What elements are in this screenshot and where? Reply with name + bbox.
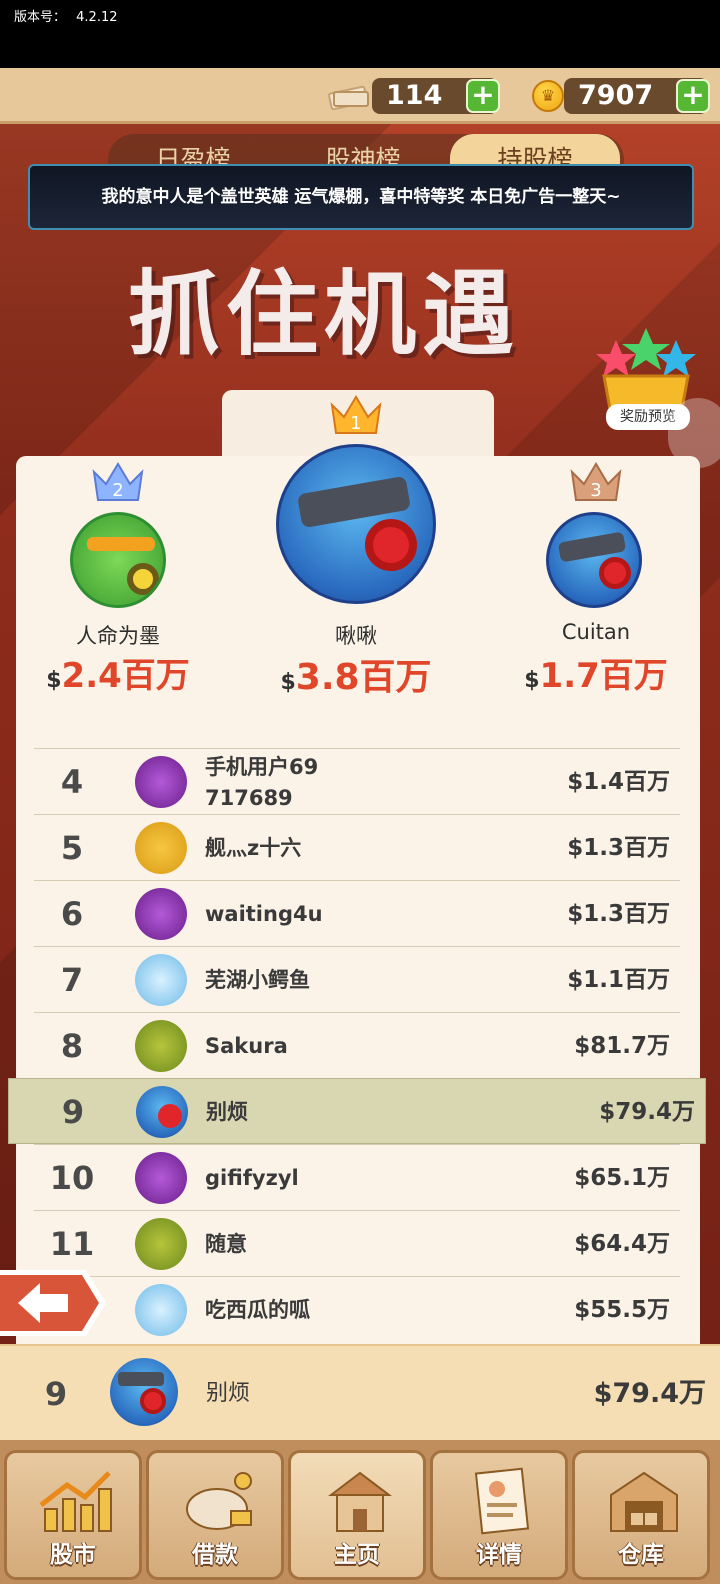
avatar: [70, 512, 166, 608]
warehouse-icon: [610, 1471, 678, 1532]
back-arrow-button[interactable]: [0, 1266, 108, 1340]
table-row[interactable]: 4 手机用户69 717689 $1.4百万: [34, 748, 680, 814]
rank-number: 10: [49, 1159, 95, 1197]
table-row[interactable]: 10 gififyzyl $65.1万: [34, 1144, 680, 1210]
avatar: [135, 1218, 187, 1270]
nav-loan[interactable]: 借款: [146, 1450, 284, 1580]
avatar: [135, 1284, 187, 1336]
my-rank-number: 9: [44, 1375, 68, 1413]
avatar: [135, 1020, 187, 1072]
avatar: [546, 512, 642, 608]
banner: 抓住机遇: [78, 230, 618, 380]
player-name: 吃西瓜的呱: [205, 1298, 310, 1322]
cash-value: 114: [386, 80, 443, 111]
nav-stock-market[interactable]: 股市: [4, 1450, 142, 1580]
add-cash-button[interactable]: +: [466, 79, 500, 113]
player-value: $79.4万: [599, 1099, 695, 1125]
podium-value: $3.8百万: [280, 657, 432, 698]
version-number: 4.2.12: [76, 10, 118, 25]
table-row[interactable]: 8 Sakura $81.7万: [34, 1012, 680, 1078]
player-name: 芜湖小鳄鱼: [205, 968, 310, 992]
bronze-crown-icon: 3: [570, 462, 622, 501]
table-row[interactable]: 6 waiting4u $1.3百万: [34, 880, 680, 946]
table-row[interactable]: 5 舰灬z十六 $1.3百万: [34, 814, 680, 880]
nav-warehouse[interactable]: 仓库: [572, 1450, 710, 1580]
player-value: $81.7万: [574, 1033, 670, 1059]
my-name: 别烦: [206, 1381, 251, 1406]
game-screen: 114 + ♛ 7907 + 日盈榜 股神榜 持股榜 我的意中人是个盖世英雄 运…: [0, 68, 720, 1584]
player-name: 手机用户69 717689: [205, 755, 319, 810]
podium-rank-number: 1: [350, 413, 361, 434]
cash-counter: 114 +: [372, 78, 500, 114]
nav-label: 详情: [476, 1542, 522, 1568]
nav-label: 股市: [50, 1542, 96, 1568]
podium-name: 啾啾: [335, 624, 377, 648]
table-row[interactable]: 吃西瓜的呱 $55.5万: [34, 1276, 680, 1342]
player-value: $1.3百万: [567, 901, 670, 927]
coin-counter: 7907 +: [564, 78, 710, 114]
avatar: [136, 1086, 188, 1138]
player-name: 随意: [205, 1232, 247, 1256]
avatar: [135, 1152, 187, 1204]
table-row-current-player[interactable]: 9 别烦 $79.4万: [8, 1078, 706, 1144]
silver-crown-icon: 2: [92, 462, 144, 501]
add-coins-button[interactable]: +: [676, 79, 710, 113]
player-value: $1.4百万: [567, 769, 670, 795]
podium-name: 人命为墨: [76, 624, 160, 648]
rank-number: 8: [60, 1027, 84, 1065]
podium-value: $1.7百万: [524, 656, 668, 696]
bottom-navigation: 股市 借款 主页 详情 仓库: [0, 1440, 720, 1584]
player-name: 舰灬z十六: [205, 836, 302, 860]
rank-number: 5: [60, 829, 84, 867]
player-name: 别烦: [206, 1100, 248, 1124]
profile-doc-icon: [474, 1467, 530, 1535]
player-name: Sakura: [205, 1034, 288, 1058]
my-avatar: [110, 1358, 178, 1426]
version-label: 版本号：: [14, 10, 67, 25]
nav-details[interactable]: 详情: [430, 1450, 568, 1580]
coin-icon: ♛: [532, 80, 564, 112]
player-value: $64.4万: [574, 1231, 670, 1257]
piggy-bank-icon: [186, 1472, 252, 1530]
rank-number: 6: [60, 895, 84, 933]
my-value: $79.4万: [593, 1378, 706, 1409]
gold-crown-icon: 1: [330, 395, 382, 434]
nav-home[interactable]: 主页: [288, 1450, 426, 1580]
rank-number: 7: [60, 961, 84, 999]
ranking-list: 4 手机用户69 717689 $1.4百万 5 舰灬z十六 $1.3百万 6 …: [8, 748, 706, 1342]
rank-number: 9: [61, 1093, 85, 1131]
player-value: $1.3百万: [567, 835, 670, 861]
stock-chart-icon: [39, 1471, 112, 1532]
podium-value: $2.4百万: [46, 656, 190, 696]
my-rank-bar: 9 别烦 $79.4万: [0, 1344, 720, 1440]
player-value: $1.1百万: [567, 967, 670, 993]
avatar: [135, 756, 187, 808]
coin-value: 7907: [578, 80, 654, 111]
cash-icon: [328, 85, 369, 110]
avatar: [135, 822, 187, 874]
nav-label: 仓库: [618, 1542, 664, 1568]
announcement-marquee: 我的意中人是个盖世英雄 运气爆棚，喜中特等奖 本日免广告一整天~: [28, 164, 694, 230]
avatar: [276, 444, 436, 604]
table-row[interactable]: 11 随意 $64.4万: [34, 1210, 680, 1276]
player-value: $65.1万: [574, 1165, 670, 1191]
home-icon: [328, 1471, 392, 1532]
nav-label: 借款: [192, 1542, 238, 1568]
banner-title: 抓住机遇: [128, 260, 521, 368]
nav-label: 主页: [334, 1542, 380, 1568]
status-bar: 版本号： 4.2.12: [0, 0, 720, 68]
avatar: [135, 888, 187, 940]
podium-name: Cuitan: [561, 620, 631, 644]
podium-rank-number: 2: [112, 480, 123, 501]
rank-number: 4: [60, 763, 84, 801]
podium-rank-number: 3: [590, 480, 601, 501]
table-row[interactable]: 7 芜湖小鳄鱼 $1.1百万: [34, 946, 680, 1012]
avatar: [135, 954, 187, 1006]
player-name: waiting4u: [205, 902, 323, 926]
player-name: gififyzyl: [205, 1166, 299, 1190]
player-value: $55.5万: [574, 1297, 670, 1323]
